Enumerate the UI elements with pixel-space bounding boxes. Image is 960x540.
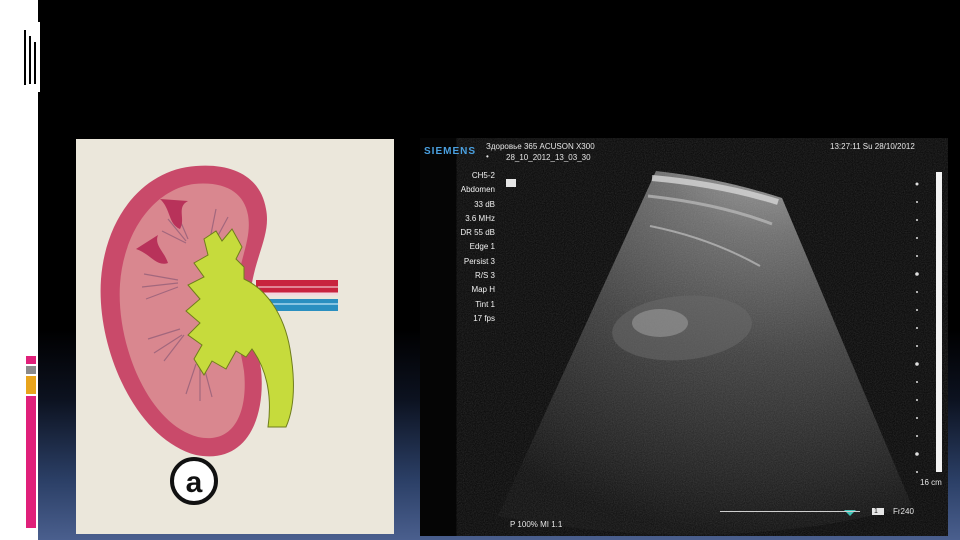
- ultrasound-image: [498, 171, 942, 535]
- param-preset: Abdomen: [460, 185, 495, 195]
- decorative-color-bars: [26, 356, 36, 528]
- frame-index: 1: [874, 508, 878, 515]
- header-datetime: 13:27:11 Su 28/10/2012: [830, 142, 915, 151]
- frame-label: Fr240: [893, 507, 914, 516]
- param-gain: 33 dB: [474, 199, 495, 209]
- decorative-block: [20, 22, 40, 92]
- header-line1: Здоровье 365 ACUSON X300: [486, 142, 595, 151]
- kidney-illustration: a: [100, 165, 338, 505]
- param-tint: Tint 1: [475, 299, 495, 309]
- param-rs: R/S 3: [474, 271, 495, 281]
- depth-label: 16 cm: [920, 478, 942, 487]
- diagram-label: a: [186, 466, 203, 499]
- footer-power: P 100% MI 1.1: [510, 520, 563, 529]
- ultrasound-screen: SIEMENS Здоровье 365 ACUSON X300 • 28_10…: [420, 138, 948, 536]
- param-fps: 17 fps: [473, 313, 495, 323]
- gray-scale-bar: [936, 172, 942, 472]
- orientation-marker: [506, 179, 516, 187]
- param-map: Map H: [471, 285, 495, 295]
- brand-logo: SIEMENS: [424, 146, 477, 157]
- footer-line: [720, 511, 860, 512]
- acquisition-params: CH5-2 Abdomen 33 dB 3.6 MHz DR 55 dB Edg…: [420, 169, 495, 326]
- header-line2: 28_10_2012_13_03_30: [506, 153, 591, 162]
- param-dynamic-range: DR 55 dB: [460, 228, 495, 238]
- kidney-diagram-panel: a: [76, 139, 394, 534]
- param-frequency: 3.6 MHz: [465, 213, 495, 223]
- param-edge: Edge 1: [469, 242, 495, 252]
- param-transducer: CH5-2: [471, 171, 495, 180]
- param-persist: Persist 3: [463, 256, 495, 266]
- depth-scale: [915, 182, 919, 473]
